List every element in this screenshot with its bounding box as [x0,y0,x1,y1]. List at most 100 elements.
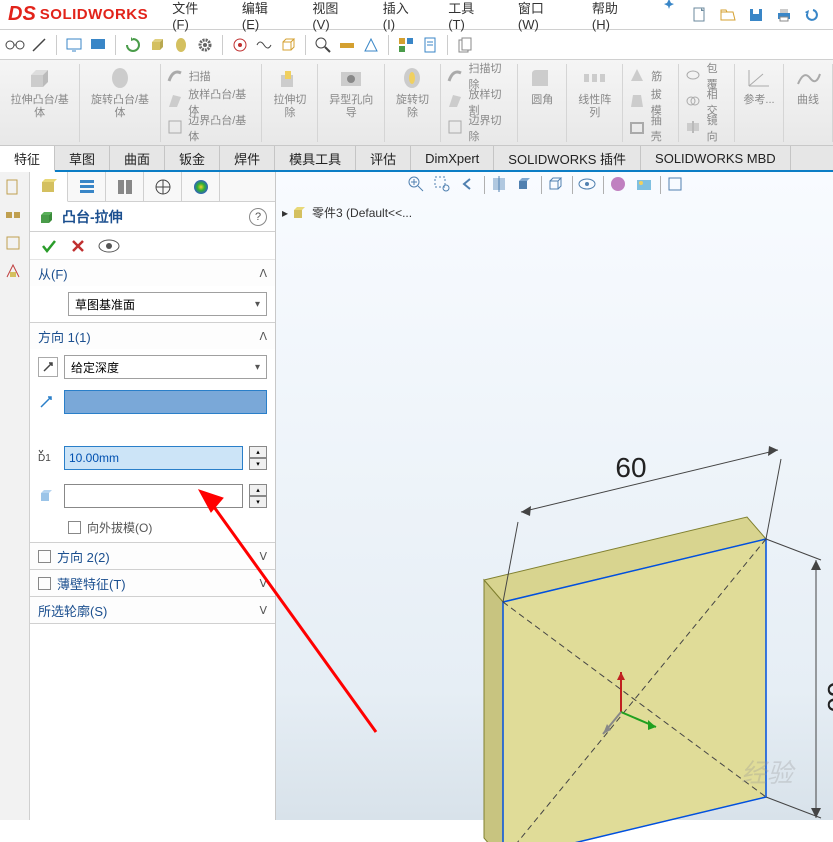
tab-dimxpert[interactable]: DimXpert [411,146,494,170]
line-icon[interactable] [28,34,50,56]
viewport[interactable]: ▸ 零件3 (Default<<... [276,172,833,820]
view-orientation-icon[interactable] [515,174,537,196]
extrude-boss-group[interactable]: 拉伸凸台/基体 [0,64,80,142]
zoom-fit-icon[interactable] [406,174,428,196]
tab-weldments[interactable]: 焊件 [220,146,275,170]
tab-feature[interactable]: 特征 [0,146,55,172]
cube-extrude-icon[interactable] [146,34,168,56]
sweep-item[interactable]: 扫描 [167,64,256,88]
undo-icon[interactable] [801,4,823,26]
zoom-icon[interactable] [312,34,334,56]
sweep-cut-item[interactable]: 扫描切除 [447,64,511,88]
end-condition-combo[interactable]: 给定深度 ▾ [64,355,267,379]
preview-toggle[interactable] [98,239,120,253]
display-icon[interactable] [87,34,109,56]
menu-help[interactable]: 帮助(H) [578,0,649,32]
flyout-tree[interactable]: ▸ 零件3 (Default<<... [282,204,412,221]
tab-sheetmetal[interactable]: 钣金 [165,146,220,170]
pm-tab-feature-tree[interactable] [30,172,68,202]
hide-show-icon[interactable] [577,174,599,196]
lb-drawing-icon[interactable] [4,234,26,256]
previous-view-icon[interactable] [458,174,480,196]
reverse-direction-icon[interactable] [38,357,58,377]
boundary-item[interactable]: 边界凸台/基体 [167,116,256,140]
pm-tab-display[interactable] [106,172,144,201]
display-style-icon[interactable] [546,174,568,196]
gear-icon[interactable] [194,34,216,56]
menu-window[interactable]: 窗口(W) [504,0,578,32]
depth-input[interactable] [64,446,243,470]
fillet-group[interactable]: 圆角 [518,64,567,142]
help-icon[interactable]: ? [249,208,267,226]
open-icon[interactable] [717,4,739,26]
tree-expand-icon[interactable]: ▸ [282,206,288,220]
loft-cut-item[interactable]: 放样切割 [447,90,511,114]
tab-mbd[interactable]: SOLIDWORKS MBD [641,146,791,170]
pm-tab-dimxpert[interactable] [144,172,182,201]
spin-up-button[interactable]: ▴ [249,446,267,458]
multi-doc-icon[interactable] [454,34,476,56]
direction-selection-box[interactable] [64,390,267,414]
pm-tab-appearance[interactable] [182,172,220,201]
edit-appearance-icon[interactable] [608,174,630,196]
thin-feature-checkbox[interactable] [38,577,51,590]
cancel-button[interactable] [70,238,86,254]
section-view-icon[interactable] [489,174,511,196]
mirror-item[interactable]: 镜向 [685,116,728,140]
menu-edit[interactable]: 编辑(E) [228,0,298,32]
lb-doc-icon[interactable] [4,178,26,200]
document-icon[interactable] [419,34,441,56]
glasses-icon[interactable] [4,34,26,56]
boundary-cut-item[interactable]: 边界切除 [447,116,511,140]
print-icon[interactable] [773,4,795,26]
cube-icon[interactable] [277,34,299,56]
linear-pattern-group[interactable]: 线性阵列 [567,64,623,142]
new-doc-icon[interactable] [689,4,711,26]
direction1-header[interactable]: 方向 1(1) ᐱ [30,323,275,349]
shell-item[interactable]: 抽壳 [629,116,672,140]
tab-sketch[interactable]: 草图 [55,146,110,170]
menu-tools[interactable]: 工具(T) [434,0,504,32]
components-icon[interactable] [395,34,417,56]
tab-moldtools[interactable]: 模具工具 [275,146,356,170]
wrap-item[interactable]: 包覆 [685,64,728,88]
tab-surface[interactable]: 曲面 [110,146,165,170]
zoom-area-icon[interactable] [432,174,454,196]
hole-group[interactable]: 异型孔向导 [318,64,385,142]
lb-design-icon[interactable] [4,262,26,284]
draft-outward-checkbox[interactable] [68,521,81,534]
monitor-icon[interactable] [63,34,85,56]
lb-assembly-icon[interactable] [4,206,26,228]
menu-file[interactable]: 文件(F) [158,0,228,32]
save-icon[interactable] [745,4,767,26]
target-icon[interactable] [229,34,251,56]
draft-item[interactable]: 拔模 [629,90,672,114]
loft-item[interactable]: 放样凸台/基体 [167,90,256,114]
wave-icon[interactable] [253,34,275,56]
extrude-cut-group[interactable]: 拉伸切除 [262,64,318,142]
direction2-checkbox[interactable] [38,550,51,563]
rib-item[interactable]: 筋 [629,64,672,88]
view-settings-icon[interactable] [665,174,687,196]
tri-icon[interactable] [360,34,382,56]
apply-scene-icon[interactable] [634,174,656,196]
ok-button[interactable] [40,237,58,255]
pm-tab-config[interactable] [68,172,106,201]
menu-view[interactable]: 视图(V) [298,0,368,32]
revolve-boss-group[interactable]: 旋转凸台/基体 [80,64,160,142]
tab-evaluate[interactable]: 评估 [356,146,411,170]
tab-swplugin[interactable]: SOLIDWORKS 插件 [494,146,641,170]
revolve-icon[interactable] [170,34,192,56]
spin-down-button[interactable]: ▾ [249,458,267,470]
menu-pin-icon[interactable] [649,0,689,32]
from-combo[interactable]: 草图基准面 ▾ [68,292,267,316]
curves-group[interactable]: 曲线 [784,64,833,142]
from-header[interactable]: 从(F) ᐱ [30,260,275,286]
depth-input-text[interactable] [69,451,238,465]
ref-geo-group[interactable]: 参考... [735,64,784,142]
measure-icon[interactable] [336,34,358,56]
refresh-icon[interactable] [122,34,144,56]
revolve-cut-group[interactable]: 旋转切除 [385,64,441,142]
menu-insert[interactable]: 插入(I) [369,0,434,32]
intersect-item[interactable]: 相交 [685,90,728,114]
